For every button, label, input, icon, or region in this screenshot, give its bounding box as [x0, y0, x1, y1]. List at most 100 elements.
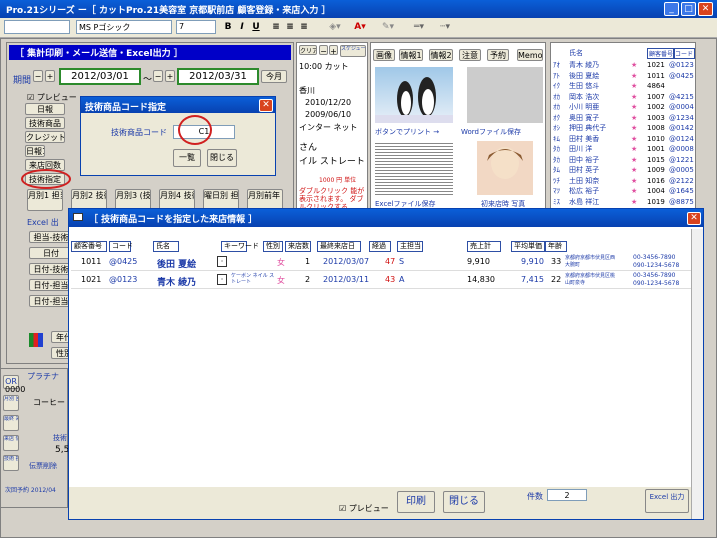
excel-staff-tech-button[interactable]: 担当-技術 [29, 231, 73, 243]
result-close-icon[interactable]: ✕ [687, 212, 701, 225]
dialog-close-icon[interactable]: ✕ [259, 99, 273, 112]
document-thumbnail [375, 141, 453, 195]
customer-row[interactable]: ﾀｶ 田川 洋 ★ 1001 @0008 [553, 144, 695, 154]
customer-code: @2122 [669, 176, 694, 185]
tech-staff-button[interactable]: 技術 担当 [3, 455, 19, 471]
line-width-icon[interactable]: ═▾ [408, 20, 430, 35]
customer-row[interactable]: ﾂﾁ 土田 知奈 ★ 1016 @2122 [553, 176, 695, 186]
plus-button[interactable]: + [329, 45, 338, 55]
customer-row[interactable]: ｵｶ 小川 明亜 ★ 1002 @0004 [553, 102, 695, 112]
print-button[interactable]: 印刷 [397, 491, 435, 513]
customer-star: ★ [631, 187, 638, 195]
dialog-close-button[interactable]: 閉じる [207, 149, 237, 167]
schedule-button[interactable]: スケジュール 登録 [340, 45, 366, 57]
result-sales: 9,910 [467, 257, 490, 266]
result-window: ［ 技術商品コードを指定した来店情報 ］ ✕ 顧客番号 コード 氏名 キーワード 性別来… [68, 208, 704, 520]
customer-row[interactable]: ｲｸ 生田 悠斗 ★ 4864 [553, 81, 695, 91]
daily-report1-button[interactable]: 日報1 [25, 145, 45, 157]
customer-row[interactable]: ｵｶ 岡本 浩次 ★ 1007 @4215 [553, 92, 695, 102]
window-title: Pro.21シリーズ ー［ カットPro.21美容室 京都駅前店 顧客登録・来店… [6, 6, 331, 16]
result-address1: 京都府京都市伏見区西 [565, 255, 616, 261]
close-button[interactable]: 閉じる [443, 491, 485, 513]
visit-info-button[interactable]: 来店 情報 [3, 435, 19, 451]
date-from-field[interactable]: 2012/03/01 [59, 68, 141, 85]
tech-product-button[interactable]: 技術商品 [25, 117, 65, 129]
excel-output-button[interactable]: Excel 出力 [645, 489, 689, 513]
result-preview-checkbox[interactable]: ☑ プレビュー [339, 503, 389, 514]
fill-color-icon[interactable]: ◈▾ [326, 20, 344, 35]
result-rows: 1011 @0425 後田 夏絵 · 女 1 2012/03/07 47 S 9,910 9,910… [71, 254, 691, 295]
minus-button[interactable]: − [319, 45, 328, 55]
align-right-icon[interactable]: ≡ [298, 20, 310, 35]
result-scrollbar[interactable] [691, 229, 703, 519]
monthly1-button[interactable]: 月別1 担当コード [27, 189, 63, 211]
keyword-toggle-button[interactable]: · [217, 274, 227, 285]
this-month-button[interactable]: 今月 [261, 70, 287, 83]
tab-memo[interactable]: Memo [517, 49, 543, 61]
customer-name: 田村 英子 [569, 166, 600, 174]
customer-row[interactable]: ﾐｽ 水島 祥江 ★ 1019 @8875 [553, 197, 695, 207]
font-size-select[interactable]: 7 [176, 20, 216, 34]
monthly-count-button[interactable]: 月別 回数 [3, 395, 19, 411]
list-button[interactable]: 一覧 [173, 149, 201, 167]
excel-date-tech-button[interactable]: 日付-技術 [29, 263, 73, 275]
customer-row[interactable]: ﾏﾂ 松広 裕子 ★ 1004 @1645 [553, 186, 695, 196]
tab-info1[interactable]: 情報1 [399, 49, 423, 61]
bold-button[interactable]: B [222, 20, 234, 35]
credit-button[interactable]: クレジット [25, 131, 65, 143]
date-to-plus-button[interactable]: + [165, 70, 175, 82]
customer-row[interactable]: ﾀﾑ 田村 英子 ★ 1009 @0005 [553, 165, 695, 175]
tab-info2[interactable]: 情報2 [429, 49, 453, 61]
tab-notice[interactable]: 注意 [459, 49, 481, 61]
delete-slip-label[interactable]: 伝票削除 [29, 461, 57, 471]
line-style-icon[interactable]: ┄▾ [434, 20, 456, 35]
date-from-minus-button[interactable]: − [33, 70, 43, 82]
daily-report-button[interactable]: 日報 [25, 103, 65, 115]
tab-image[interactable]: 画像 [373, 49, 395, 61]
customer-row[interactable]: ｵｸ 奥田 寛子 ★ 1003 @1234 [553, 113, 695, 123]
result-row[interactable]: 1021 @0123 青木 綾乃 · ケーボン ネイル ストレート女 2 2012/03/1… [71, 272, 691, 289]
clear-button[interactable]: クリア [299, 45, 317, 55]
line-color-icon[interactable]: ✎▾ [378, 20, 398, 35]
customer-no: 4864 [647, 82, 665, 90]
excel-date-staff2-button[interactable]: 日付-担当 [29, 295, 73, 307]
close-icon[interactable]: ✕ [698, 2, 713, 16]
result-header-cell: キーワード [221, 241, 259, 252]
last-visit-button[interactable]: 最終 来店 [3, 415, 19, 431]
code-highlight-circle [178, 115, 212, 145]
minimize-button[interactable]: _ [664, 2, 679, 16]
object-select[interactable] [4, 20, 70, 34]
customer-star: ★ [631, 197, 638, 206]
tab-reserve[interactable]: 予約 [487, 49, 509, 61]
date-to-field[interactable]: 2012/03/31 [177, 68, 259, 85]
customer-no: 1021 [647, 61, 665, 69]
customer-row[interactable]: ｱﾄ 後田 夏絵 ★ 1011 @0425 [553, 71, 695, 81]
chart-icon [29, 333, 43, 347]
word-save-label[interactable]: Wordファイル保存 [461, 127, 521, 137]
customer-row[interactable]: ｱｵ 青木 綾乃 ★ 1021 @0123 [553, 60, 695, 70]
result-tel2: 090-1234-5678 [633, 262, 680, 269]
align-left-icon[interactable]: ≡ [270, 20, 282, 35]
print-via-button-label[interactable]: ボタンでプリント → [375, 127, 439, 137]
font-select[interactable]: MS Pゴシック [76, 20, 172, 34]
channel: インター ネット [299, 123, 358, 132]
platinum-label: プラチナ [27, 372, 59, 381]
result-row[interactable]: 1011 @0425 後田 夏絵 · 女 1 2012/03/07 47 S 9,910 9,910… [71, 254, 691, 271]
excel-date-button[interactable]: 日付 [29, 247, 73, 259]
excel-date-staff-button[interactable]: 日付-担当 [29, 279, 73, 291]
customer-row[interactable]: ｵｼ 押田 典代子 ★ 1008 @0142 [553, 123, 695, 133]
font-color-icon[interactable]: A▾ [350, 20, 370, 35]
date-1: 2010/12/20 [305, 98, 352, 107]
keyword-toggle-button[interactable]: · [217, 256, 227, 267]
preview-checkbox[interactable]: ☑ プレビュー [27, 92, 77, 103]
date-from-plus-button[interactable]: + [45, 70, 55, 82]
italic-button[interactable]: I [236, 20, 248, 35]
underline-button[interactable]: U [250, 20, 262, 35]
maximize-button[interactable]: □ [681, 2, 696, 16]
date-to-minus-button[interactable]: − [153, 70, 163, 82]
result-header-cell: 最終来店日 [317, 241, 361, 252]
customer-row[interactable]: ﾀｶ 田中 裕子 ★ 1015 @1221 [553, 155, 695, 165]
customer-row[interactable]: ｷﾑ 田村 美香 ★ 1010 @0124 [553, 134, 695, 144]
align-center-icon[interactable]: ≡ [284, 20, 296, 35]
customer-name: 田村 美香 [569, 134, 600, 143]
